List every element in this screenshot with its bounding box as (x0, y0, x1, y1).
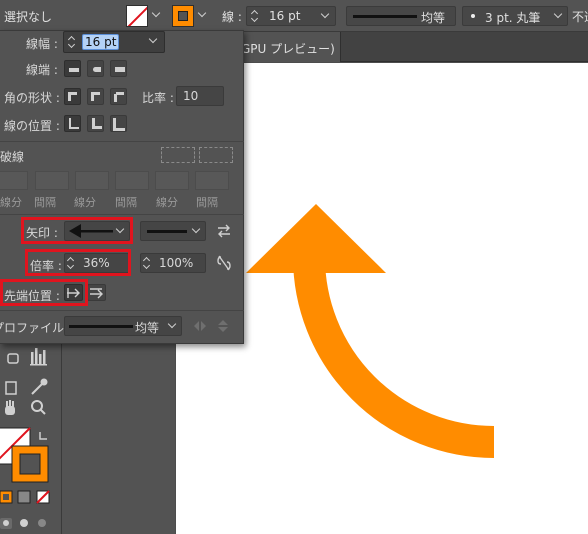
brush-definition-dropdown[interactable]: 3 pt. 丸筆 (462, 6, 568, 26)
align-outside-button[interactable] (110, 115, 127, 132)
projecting-cap-button[interactable] (110, 60, 127, 77)
gap-field-1[interactable] (35, 171, 69, 190)
limit-field[interactable]: 10 (176, 86, 224, 106)
chevron-down-icon[interactable] (191, 224, 201, 234)
profile-line-icon (69, 325, 133, 328)
gap-field-3[interactable] (195, 171, 229, 190)
divider (0, 214, 244, 215)
stroke-color-swatch[interactable] (172, 5, 194, 27)
dash-field-3[interactable] (155, 171, 189, 190)
profile-dropdown[interactable]: 均等 (64, 316, 182, 336)
flip-along-icon[interactable] (192, 319, 208, 333)
stroke-menu-chevron-icon[interactable] (197, 8, 207, 18)
arrow-at-path-end-button[interactable] (87, 284, 106, 301)
arrow-shaft (293, 256, 495, 458)
align-arrow-highlight (0, 279, 88, 306)
round-cap-button[interactable] (87, 60, 104, 77)
limit-value: 10 (183, 89, 199, 103)
dash-label-3: 線分 (156, 196, 178, 209)
gap-label-3: 間隔 (196, 196, 218, 209)
symbol-sprayer-icon (7, 353, 19, 364)
tools-panel (0, 340, 62, 534)
corner-label: 角の形状 : (4, 91, 60, 105)
line-none-icon (147, 230, 187, 233)
artboard-tool-icon (5, 381, 17, 395)
dashed-label: 破線 (0, 150, 25, 164)
end-scale-value: 100% (159, 256, 194, 270)
fill-none-swatch[interactable] (126, 5, 148, 27)
dash-align-corners-icon[interactable] (199, 147, 233, 163)
scale-highlight (25, 249, 131, 276)
none-icon (127, 6, 147, 26)
chevron-down-icon[interactable] (320, 9, 330, 19)
stroke-weight-value: 16 pt (269, 9, 301, 23)
align-center-button[interactable] (64, 115, 81, 132)
align-label: 線の位置 : (4, 119, 60, 133)
arrow-at-end-icon (90, 288, 103, 299)
arrow-head (246, 204, 386, 273)
chevron-down-icon[interactable] (148, 34, 158, 44)
scale-spinner-icon[interactable] (143, 255, 151, 271)
weight-value[interactable]: 16 pt (82, 34, 120, 50)
eyedropper-icon (31, 378, 48, 395)
limit-label: 比率 : (142, 91, 174, 105)
cap-label: 線端 : (26, 63, 58, 77)
color-mode-icons (0, 490, 50, 504)
miter-join-button[interactable] (64, 88, 81, 105)
divider (0, 141, 244, 142)
brush-label: 3 pt. 丸筆 (485, 11, 541, 25)
selection-status: 選択なし (4, 10, 53, 24)
butt-cap-button[interactable] (64, 60, 81, 77)
chevron-down-icon[interactable] (553, 9, 563, 19)
divider (0, 310, 244, 311)
gap-field-2[interactable] (115, 171, 149, 190)
zoom-tool-icon (31, 400, 46, 415)
control-bar: 選択なし 線 : 16 pt 均等 3 pt. 丸筆 不透 (0, 0, 588, 32)
arrow-highlight (21, 217, 133, 244)
gap-label-2: 間隔 (115, 196, 137, 209)
align-inside-button[interactable] (87, 115, 104, 132)
swap-fill-stroke-icon (39, 432, 47, 440)
link-scale-icon[interactable] (216, 254, 232, 272)
chevron-down-icon[interactable] (167, 319, 177, 329)
weight-spinner-icon[interactable] (68, 34, 76, 50)
opacity-label: 不透 (572, 10, 588, 24)
hand-tool-icon (5, 400, 15, 415)
end-arrowhead-dropdown[interactable] (140, 221, 206, 241)
round-join-button[interactable] (87, 88, 104, 105)
variable-width-profile-dropdown[interactable]: 均等 (346, 6, 456, 26)
end-scale-field[interactable]: 100% (140, 253, 206, 273)
fill-menu-chevron-icon[interactable] (151, 8, 161, 18)
weight-field[interactable]: 16 pt (63, 31, 165, 53)
stroke-swatch-icon (11, 445, 49, 483)
dash-field-2[interactable] (75, 171, 109, 190)
dash-preserve-icon[interactable] (161, 147, 195, 163)
tools-panel-icons (0, 348, 50, 529)
swap-arrowheads-icon[interactable] (216, 223, 232, 239)
stroke-weight-field[interactable]: 16 pt (246, 6, 336, 26)
dash-label-1: 線分 (0, 196, 22, 209)
stroke-weight-spinner-icon[interactable] (251, 8, 259, 24)
stroke-panel: 線幅 : 16 pt 線端 : 角の形状 : 比率 : 10 線の位置 : 破線… (0, 30, 244, 344)
gap-label-1: 間隔 (34, 196, 56, 209)
bevel-join-button[interactable] (110, 88, 127, 105)
stroke-weight-label: 線 : (222, 10, 242, 24)
brush-dot-icon (471, 14, 475, 18)
profile-line-icon (353, 15, 417, 18)
profile-value: 均等 (135, 321, 160, 335)
weight-label: 線幅 : (26, 37, 58, 51)
profile-label: 均等 (421, 11, 446, 25)
dash-label-2: 線分 (74, 196, 96, 209)
flip-across-icon[interactable] (216, 319, 230, 333)
drawing-mode-icons (0, 518, 46, 529)
profile-label: プロファイル : (0, 321, 72, 335)
document-tab-title: GPU プレビュー) (241, 42, 335, 56)
dash-field-1[interactable] (0, 171, 28, 190)
column-graph-icon (30, 348, 47, 366)
